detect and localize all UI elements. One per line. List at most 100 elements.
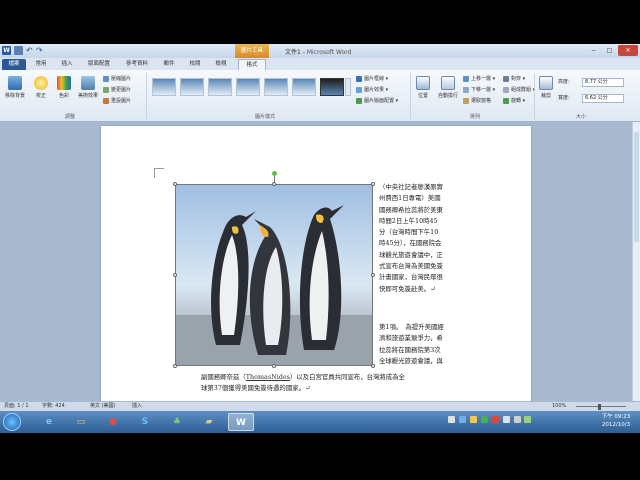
resize-handle-top-left[interactable] [173, 182, 177, 186]
resize-handle-right[interactable] [371, 273, 375, 277]
language-indicator[interactable]: 英文 (美國) [90, 402, 116, 411]
rotate-button[interactable]: 旋轉 ▾ [503, 97, 525, 105]
tray-app-icon[interactable] [480, 416, 488, 423]
resize-handle-bottom[interactable] [272, 364, 276, 368]
picture-style-5[interactable] [264, 78, 288, 96]
picture-effects-button[interactable]: 圖片效果 ▾ [356, 86, 388, 94]
wrap-text-button[interactable]: 自動換行 [435, 76, 461, 99]
taskbar-clock[interactable]: 下午 09:23 2012/10/3 [596, 413, 636, 429]
taskbar-word-icon[interactable]: W [228, 413, 254, 431]
crop-button[interactable]: 裁剪 [537, 76, 555, 99]
taskbar-app-folder-icon[interactable]: ▰ [196, 413, 222, 431]
taskbar-chrome-icon[interactable]: ● [100, 413, 126, 431]
color-button[interactable]: 色彩 [54, 76, 74, 99]
zoom-slider[interactable] [576, 406, 626, 407]
picture-style-6[interactable] [292, 78, 316, 96]
resize-handle-bottom-right[interactable] [371, 364, 375, 368]
position-icon [416, 76, 430, 90]
tab-insert[interactable]: 插入 [56, 59, 78, 70]
reset-picture-button[interactable]: 重設圖片 [103, 97, 131, 105]
word-count[interactable]: 字數: 424 [42, 402, 65, 411]
tab-references[interactable]: 參考資料 [120, 59, 154, 70]
tray-network-icon[interactable] [502, 416, 510, 423]
selection-pane-button[interactable]: 選取窗格 [463, 97, 491, 105]
taskbar-ie-icon[interactable]: e [36, 413, 62, 431]
scrollbar-thumb[interactable] [634, 132, 639, 242]
tab-review[interactable]: 校閱 [184, 59, 206, 70]
tray-ime-icon[interactable] [458, 416, 466, 423]
resize-handle-left[interactable] [173, 273, 177, 277]
vertical-scrollbar[interactable] [632, 122, 640, 401]
tab-view[interactable]: 檢視 [210, 59, 232, 70]
text-line: 球第37個獲得美國免簽待遇的國家。↵ [201, 384, 311, 393]
tab-home[interactable]: 常用 [30, 59, 52, 70]
resize-handle-top[interactable] [272, 182, 276, 186]
width-field[interactable]: 6.62 公分 [582, 94, 624, 103]
tab-file[interactable]: 檔案 [2, 59, 26, 70]
resize-handle-top-right[interactable] [371, 182, 375, 186]
tray-help-icon[interactable] [469, 416, 477, 423]
remove-background-button[interactable]: 移除背景 [2, 76, 28, 99]
screen-border-top [0, 0, 640, 44]
taskbar-skype-icon[interactable]: S [132, 413, 158, 431]
tab-format[interactable]: 格式 [238, 59, 266, 70]
styles-gallery-more-button[interactable] [345, 78, 351, 96]
page[interactable]: （中央社記者廖漢原實 州費西1日專電）美國 國務卿希拉蕊將於美東 時間2日上午1… [101, 126, 531, 401]
paragraph-right-2: 第1項。 為提升美國經 濟和旅遊業競爭力，希 拉蕊將在國務院第3次 全球觀光旅遊… [379, 322, 444, 367]
corrections-button[interactable]: 校正 [30, 76, 52, 99]
text-line: 副國務卿奈茲（ThomasNides）以及白宮官員共同宣布，台灣將成為全 [201, 372, 405, 383]
save-icon[interactable] [14, 46, 23, 55]
picture-style-4[interactable] [236, 78, 260, 96]
resize-handle-bottom-left[interactable] [173, 364, 177, 368]
ie-glyph: e [45, 417, 53, 427]
text-line: 時間2日上午10時45 [379, 216, 438, 225]
tab-page-layout[interactable]: 版面配置 [82, 59, 116, 70]
clock-date: 2012/10/3 [601, 422, 631, 428]
text-line: 時45分），在國務院会 [379, 239, 442, 248]
artistic-effects-button[interactable]: 美術效果 [75, 76, 101, 99]
undo-icon[interactable]: ↶ [26, 46, 35, 55]
position-button[interactable]: 位置 [413, 76, 433, 99]
page-count[interactable]: 頁面: 1 / 1 [4, 402, 29, 411]
ribbon: 移除背景 校正 色彩 美術效果 壓縮圖片 變更圖片 重設圖片 調整 圖片樣式 圖… [0, 70, 640, 122]
picture-style-1[interactable] [152, 78, 176, 96]
title-bar: W ↶ ↷ 圖片工具 文件1 - Microsoft Word − □ ✕ [0, 44, 640, 58]
align-button[interactable]: 對齊 ▾ [503, 75, 525, 83]
tray-antivirus-icon[interactable] [491, 416, 499, 423]
width-label: 寬度: [558, 95, 570, 101]
group-button[interactable]: 組成群組 ▾ [503, 86, 535, 94]
insert-mode-indicator[interactable]: 插入 [132, 402, 142, 411]
taskbar-app-green-icon[interactable]: ♣ [164, 413, 190, 431]
word-logo-icon[interactable]: W [2, 46, 11, 55]
penguin-picture[interactable] [175, 184, 373, 366]
tray-volume-icon[interactable] [513, 416, 521, 423]
size-group-label: 大小 [575, 114, 586, 120]
picture-style-2[interactable] [180, 78, 204, 96]
crop-label: 裁剪 [540, 93, 551, 99]
change-picture-button[interactable]: 變更圖片 [103, 86, 131, 94]
send-backward-button[interactable]: 下移一層 ▾ [463, 86, 495, 94]
tray-keyboard-icon[interactable] [448, 416, 455, 423]
taskbar-explorer-icon[interactable]: ▭ [68, 413, 94, 431]
bring-forward-button[interactable]: 上移一層 ▾ [463, 75, 495, 83]
wrap-text-icon [441, 76, 455, 90]
picture-border-button[interactable]: 圖片框線 ▾ [356, 75, 388, 83]
tray-flag-icon[interactable] [524, 416, 532, 423]
minimize-button[interactable]: − [586, 45, 601, 56]
explorer-glyph: ▭ [76, 417, 86, 427]
redo-icon[interactable]: ↷ [36, 46, 45, 55]
height-field[interactable]: 8.77 公分 [582, 78, 624, 87]
zoom-level[interactable]: 100% [552, 402, 566, 411]
picture-layout-button[interactable]: 圖片版面配置 ▾ [356, 97, 398, 105]
picture-style-7[interactable] [320, 78, 344, 96]
close-button[interactable]: ✕ [618, 45, 638, 56]
maximize-button[interactable]: □ [602, 45, 617, 56]
tab-mailings[interactable]: 郵件 [158, 59, 180, 70]
compress-pictures-button[interactable]: 壓縮圖片 [103, 75, 131, 83]
picture-style-3[interactable] [208, 78, 232, 96]
app-folder-glyph: ▰ [205, 417, 213, 427]
paragraph-right-1: （中央社記者廖漢原實 州費西1日專電）美國 國務卿希拉蕊將於美東 時間2日上午1… [379, 182, 443, 295]
group-separator [410, 73, 411, 119]
zoom-slider-knob[interactable] [598, 404, 601, 410]
start-button[interactable] [3, 413, 21, 431]
